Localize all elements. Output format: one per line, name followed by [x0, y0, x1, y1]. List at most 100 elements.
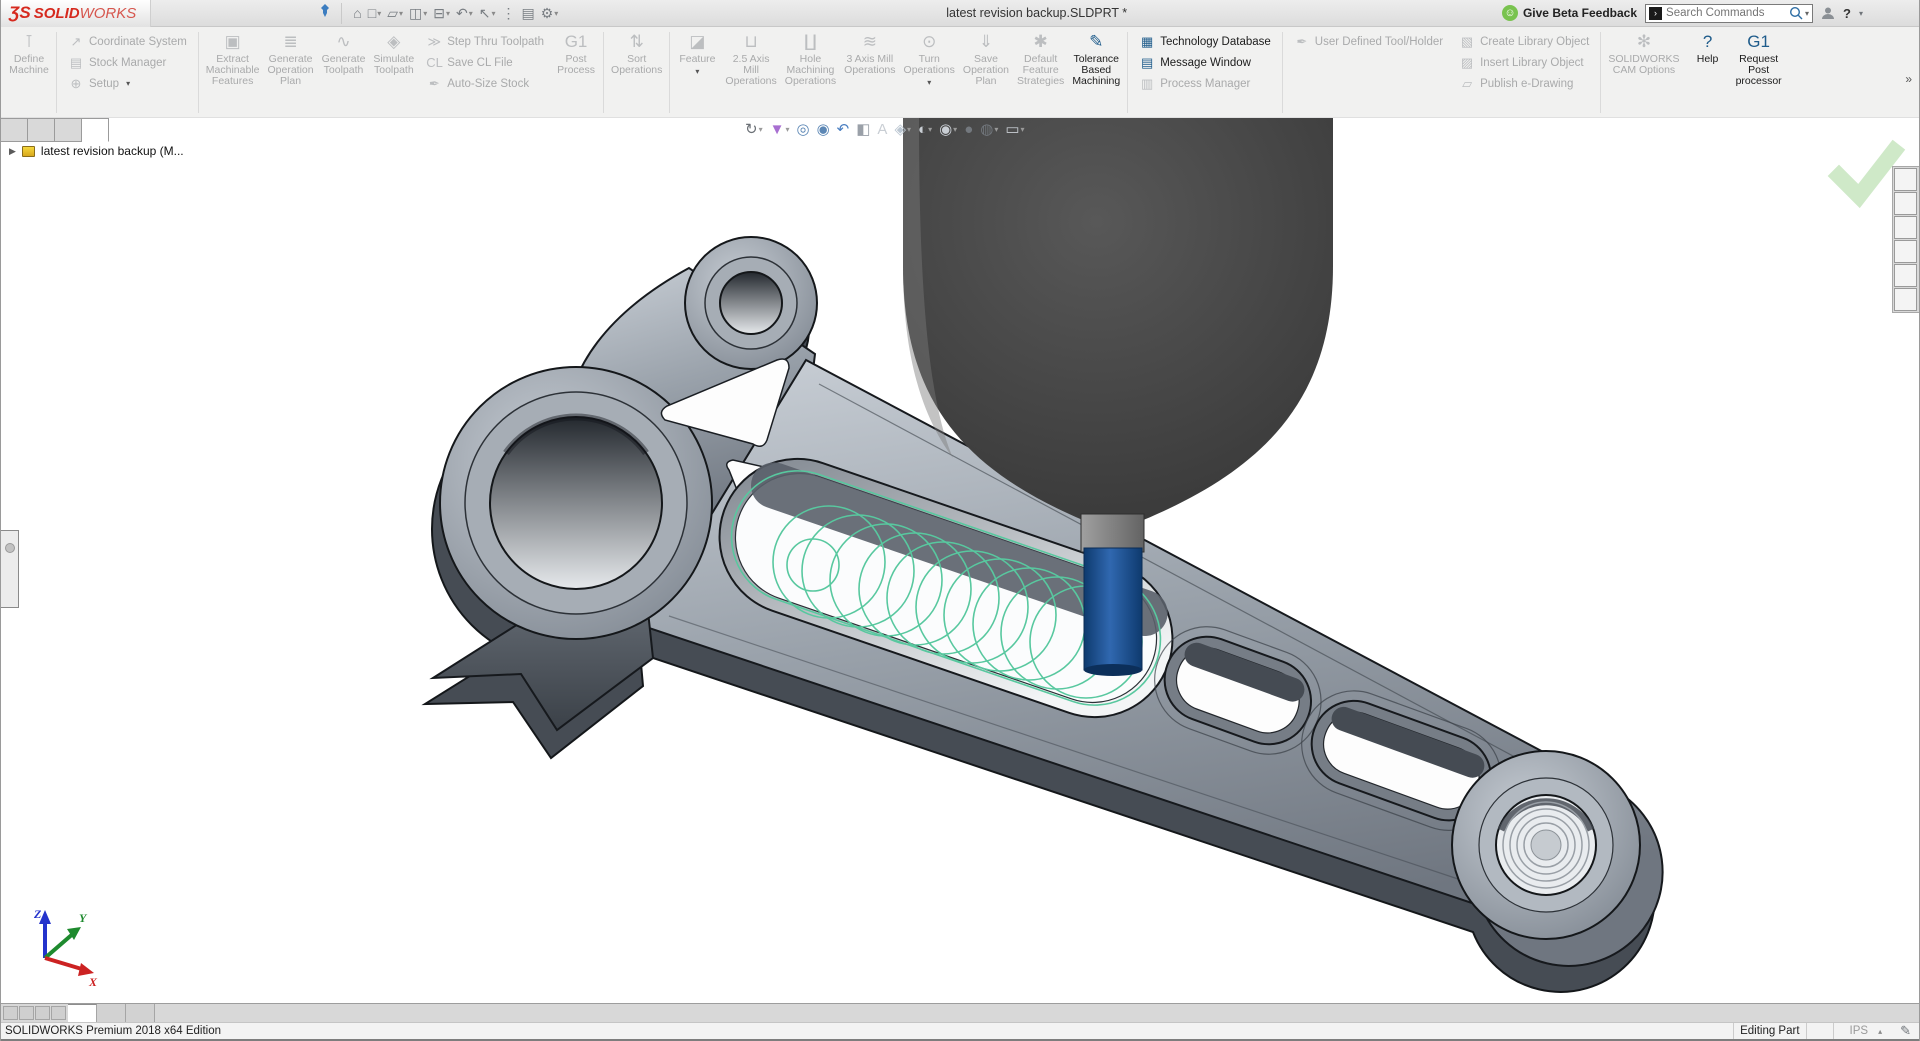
user-defined-tool-holder-button[interactable]: ✒ User Defined Tool/Holder ▾ — [1290, 31, 1447, 52]
selection-filter-icon[interactable]: ▼▾ — [768, 120, 792, 139]
feature-tree-root[interactable]: ▶ latest revision backup (M... — [9, 144, 184, 158]
simulate-toolpath-button[interactable]: ◈ Simulate Toolpath ▾ — [369, 29, 418, 116]
extract-machinable-features-button[interactable]: ▣ Extract Machinable Features ▾ — [202, 29, 264, 116]
new-document-button[interactable]: □▾ — [365, 3, 384, 23]
coordinate-system-button[interactable]: ↗ Coordinate System ▾ — [64, 31, 191, 52]
help-menu-icon[interactable]: ? — [1843, 6, 1851, 21]
sort-operations-button[interactable]: ⇅ Sort Operations ▾ — [607, 29, 666, 116]
define-machine-button[interactable]: ⊺ Define Machine ▾ — [5, 29, 53, 116]
chevron-down-icon: ▾ — [695, 66, 699, 77]
model-tab-next-button[interactable] — [35, 1006, 50, 1020]
undo-button[interactable]: ↶▾ — [453, 3, 476, 24]
tab-evaluate[interactable] — [55, 118, 82, 142]
custom-properties-button[interactable] — [1894, 288, 1917, 311]
insert-library-object-button[interactable]: ▨ Insert Library Object ▾ — [1455, 52, 1593, 73]
solidworks-cam-options-button[interactable]: ✻ SOLIDWORKS CAM Options ▾ — [1604, 29, 1683, 116]
three-axis-mill-operations-button[interactable]: ≋ 3 Axis Mill Operations ▾ — [840, 29, 899, 116]
chevron-down-icon[interactable]: ▾ — [1859, 9, 1863, 18]
model-tab-prev-button[interactable] — [19, 1006, 34, 1020]
save-button[interactable]: ◫▾ — [406, 3, 430, 24]
tab-model[interactable] — [68, 1004, 97, 1022]
open-button[interactable]: ▱▾ — [384, 3, 406, 24]
request-post-processor-button[interactable]: G1 Request Post processor ▾ — [1732, 29, 1786, 116]
model-tab-last-button[interactable] — [51, 1006, 66, 1020]
tab-sketch[interactable] — [28, 118, 55, 142]
view-orientation-icon[interactable]: ◈▾ — [892, 119, 913, 139]
options-button[interactable]: ⚙▾ — [538, 3, 562, 24]
apply-scene-icon[interactable]: ◍▾ — [978, 119, 1000, 139]
file-properties-button[interactable]: ▤▾ — [519, 3, 538, 24]
menu-tools[interactable] — [249, 9, 269, 17]
feature-button[interactable]: ◪ Feature ▾ — [673, 29, 721, 116]
search-commands-box[interactable]: › ▾ — [1645, 4, 1813, 23]
help-button[interactable]: ? Help ▾ — [1684, 29, 1732, 116]
zoom-in-out-icon[interactable]: ◉▾ — [815, 119, 832, 139]
annotation-views-icon[interactable]: A▾ — [875, 120, 889, 139]
give-beta-feedback-button[interactable]: ☺ Give Beta Feedback — [1502, 5, 1637, 21]
pin-icon[interactable] — [319, 4, 331, 23]
ribbon-overflow-button[interactable]: » — [1901, 72, 1916, 86]
step-thru-toolpath-button[interactable]: ≫ Step Thru Toolpath ▾ — [422, 31, 548, 52]
process-manager-button[interactable]: ▥ Process Manager ▾ — [1135, 73, 1275, 94]
save-cl-file-button[interactable]: CL Save CL File ▾ — [422, 52, 548, 73]
appearances-scenes-button[interactable] — [1894, 264, 1917, 287]
model-tab-first-button[interactable] — [3, 1006, 18, 1020]
view-palette-button[interactable] — [1894, 240, 1917, 263]
search-icon[interactable] — [1789, 6, 1803, 20]
chevron-down-icon[interactable]: ▾ — [1805, 9, 1809, 18]
technology-database-button[interactable]: ▦ Technology Database ▾ — [1135, 31, 1275, 52]
file-explorer-button[interactable] — [1894, 216, 1917, 239]
edit-appearance-icon[interactable]: ●▾ — [962, 120, 975, 139]
post-process-button[interactable]: G1 Post Process ▾ — [552, 29, 600, 116]
tab-motion-study-1[interactable] — [126, 1004, 155, 1022]
ribbon-item-icon: ⊺ — [25, 30, 34, 54]
message-window-button[interactable]: ▤ Message Window ▾ — [1135, 52, 1275, 73]
generate-operation-plan-button[interactable]: ≣ Generate Operation Plan ▾ — [264, 29, 318, 116]
search-input[interactable] — [1666, 7, 1789, 19]
turn-operations-button[interactable]: ⊙ Turn Operations ▾ — [900, 29, 959, 116]
chevron-down-icon: ▾ — [759, 125, 763, 134]
auto-size-stock-button[interactable]: ✒ Auto-Size Stock ▾ — [422, 73, 548, 94]
save-operation-plan-button[interactable]: ⇓ Save Operation Plan ▾ — [959, 29, 1013, 116]
print-button[interactable]: ⊟▾ — [430, 3, 453, 24]
task-pane-home-button[interactable] — [1894, 168, 1917, 191]
expand-arrow-icon[interactable]: ▶ — [9, 146, 16, 157]
section-view-icon[interactable]: ◧▾ — [854, 119, 872, 139]
stock-manager-button[interactable]: ▤ Stock Manager ▾ — [64, 52, 191, 73]
tab-3d-views[interactable] — [97, 1004, 126, 1022]
setup-button[interactable]: ⊕ Setup ▾ — [64, 73, 191, 94]
view-settings-icon[interactable]: ▭▾ — [1003, 119, 1026, 139]
units-caret-icon[interactable]: ▴ — [1878, 1027, 1882, 1036]
collapsed-pane-handle[interactable] — [1, 530, 19, 608]
create-library-object-button[interactable]: ▧ Create Library Object ▾ — [1455, 31, 1593, 52]
home-button[interactable]: ⌂▾ — [350, 3, 364, 23]
menu-insert[interactable] — [229, 9, 249, 17]
ribbon-item-icon: ≫ — [426, 34, 442, 50]
hide-show-items-icon[interactable]: ◉▾ — [937, 119, 959, 139]
design-library-button[interactable] — [1894, 192, 1917, 215]
menu-file[interactable] — [169, 9, 189, 17]
publish-e-drawing-button[interactable]: ▱ Publish e-Drawing ▾ — [1455, 73, 1593, 94]
sign-in-user-icon[interactable] — [1821, 6, 1835, 20]
generate-toolpath-button[interactable]: ∿ Generate Toolpath ▾ — [318, 29, 370, 116]
zoom-to-fit-icon[interactable]: ↻▾ — [743, 119, 765, 139]
display-style-icon[interactable]: ◐▾ — [916, 120, 934, 139]
menu-help[interactable] — [289, 9, 309, 17]
menu-view[interactable] — [209, 9, 229, 17]
two-five-axis-mill-operations-button[interactable]: ⊔ 2.5 Axis Mill Operations ▾ — [721, 29, 780, 116]
quick-tip-icon[interactable]: ✎ — [1900, 1023, 1911, 1039]
tab-solidworks-cam[interactable] — [82, 118, 109, 142]
previous-view-icon[interactable]: ↶▾ — [835, 119, 852, 139]
units-selector[interactable]: IPS — [1840, 1025, 1879, 1037]
hole-machining-operations-button[interactable]: ∐ Hole Machining Operations ▾ — [781, 29, 840, 116]
zoom-to-area-icon[interactable]: ◎▾ — [794, 119, 811, 139]
ribbon-item-icon: ✎ — [1089, 30, 1103, 54]
tolerance-based-machining-button[interactable]: ✎ Tolerance Based Machining ▾ — [1068, 29, 1124, 116]
graphics-viewport[interactable]: Z Y X ↻▾▼▾◎▾◉▾↶▾◧▾A▾◈▾◐▾◉▾●▾◍▾▭▾ ▶ lates… — [1, 118, 1919, 1003]
menu-window[interactable] — [269, 9, 289, 17]
select-button[interactable]: ↖▾ — [476, 3, 499, 24]
tab-features[interactable] — [1, 118, 28, 142]
rebuild-button[interactable]: ⋮▾ — [499, 3, 519, 24]
default-feature-strategies-button[interactable]: ✱ Default Feature Strategies ▾ — [1013, 29, 1068, 116]
menu-edit[interactable] — [189, 9, 209, 17]
